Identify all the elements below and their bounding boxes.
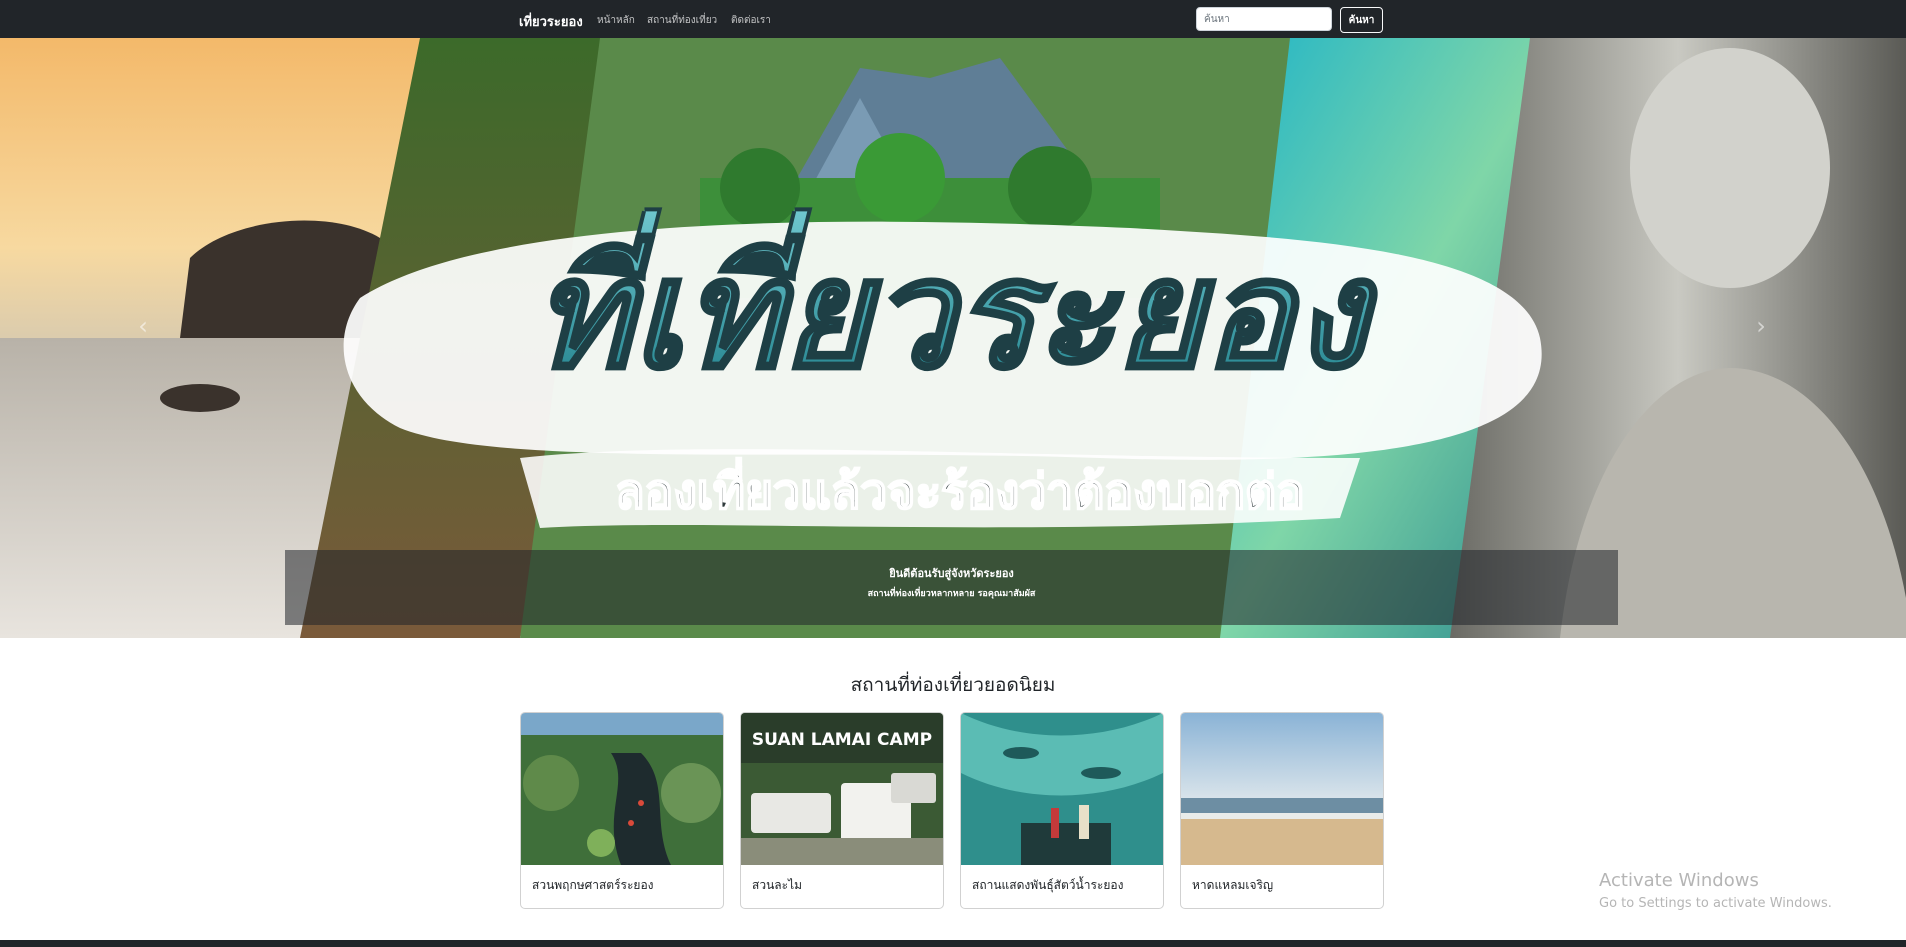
carousel-prev-button[interactable]: ‹ xyxy=(128,306,158,346)
card-image: SUAN LAMAI CAMP xyxy=(741,713,943,865)
attraction-card-laem-charoen-beach[interactable]: หาดแหลมเจริญ xyxy=(1180,712,1384,909)
nav-link-contact[interactable]: ติดต่อเรา xyxy=(731,13,771,28)
attraction-card-botanical-garden[interactable]: สวนพฤกษศาสตร์ระยอง xyxy=(520,712,724,909)
popular-section-heading: สถานที่ท่องเที่ยวยอดนิยม xyxy=(850,674,1056,696)
banner-tagline: ลองเที่ยวแล้วจะร้องว่าต้องบอกต่อ xyxy=(615,457,1305,520)
caption-subtitle: สถานที่ท่องเที่ยวหลากหลาย รอคุณมาสัมผัส xyxy=(867,589,1036,599)
caption-title: ยินดีต้อนรับสู่จังหวัดระยอง xyxy=(889,567,1014,580)
card-image xyxy=(521,713,723,865)
card-title: สวนละไม xyxy=(752,878,803,892)
carousel-caption: ยินดีต้อนรับสู่จังหวัดระยอง สถานที่ท่องเ… xyxy=(285,550,1618,625)
chevron-left-icon: ‹ xyxy=(138,312,148,340)
card-image-text: SUAN LAMAI CAMP xyxy=(752,730,932,750)
activation-watermark-title: Activate Windows xyxy=(1599,870,1759,891)
search-input[interactable] xyxy=(1196,7,1332,31)
hero-banner-image: ที่เที่ยวระยอง ลองเที่ยวแล้วจะร้องว่าต้อ… xyxy=(0,38,1906,638)
brand-link[interactable]: เที่ยวระยอง xyxy=(519,11,583,32)
chevron-right-icon: › xyxy=(1756,312,1766,340)
attraction-card-suan-lamai[interactable]: SUAN LAMAI CAMP สวนละไม xyxy=(740,712,944,909)
footer-bar xyxy=(0,940,1906,947)
card-title: หาดแหลมเจริญ xyxy=(1192,878,1274,892)
search-button[interactable]: ค้นหา xyxy=(1340,7,1383,33)
banner-title: ที่เที่ยวระยอง xyxy=(533,209,1377,402)
attraction-card-aquarium[interactable]: สถานแสดงพันธุ์สัตว์น้ำระยอง xyxy=(960,712,1164,909)
card-image xyxy=(1181,713,1383,865)
nav-link-home[interactable]: หน้าหลัก xyxy=(597,13,635,28)
activation-watermark-subtitle: Go to Settings to activate Windows. xyxy=(1599,896,1832,911)
top-navbar: เที่ยวระยอง หน้าหลัก สถานที่ท่องเที่ยว ต… xyxy=(0,0,1906,38)
card-title: สถานแสดงพันธุ์สัตว์น้ำระยอง xyxy=(972,878,1124,892)
hero-carousel: ที่เที่ยวระยอง ลองเที่ยวแล้วจะร้องว่าต้อ… xyxy=(0,38,1906,638)
card-image xyxy=(961,713,1163,865)
nav-link-attractions[interactable]: สถานที่ท่องเที่ยว xyxy=(647,13,717,28)
card-title: สวนพฤกษศาสตร์ระยอง xyxy=(532,878,654,892)
carousel-next-button[interactable]: › xyxy=(1746,306,1776,346)
